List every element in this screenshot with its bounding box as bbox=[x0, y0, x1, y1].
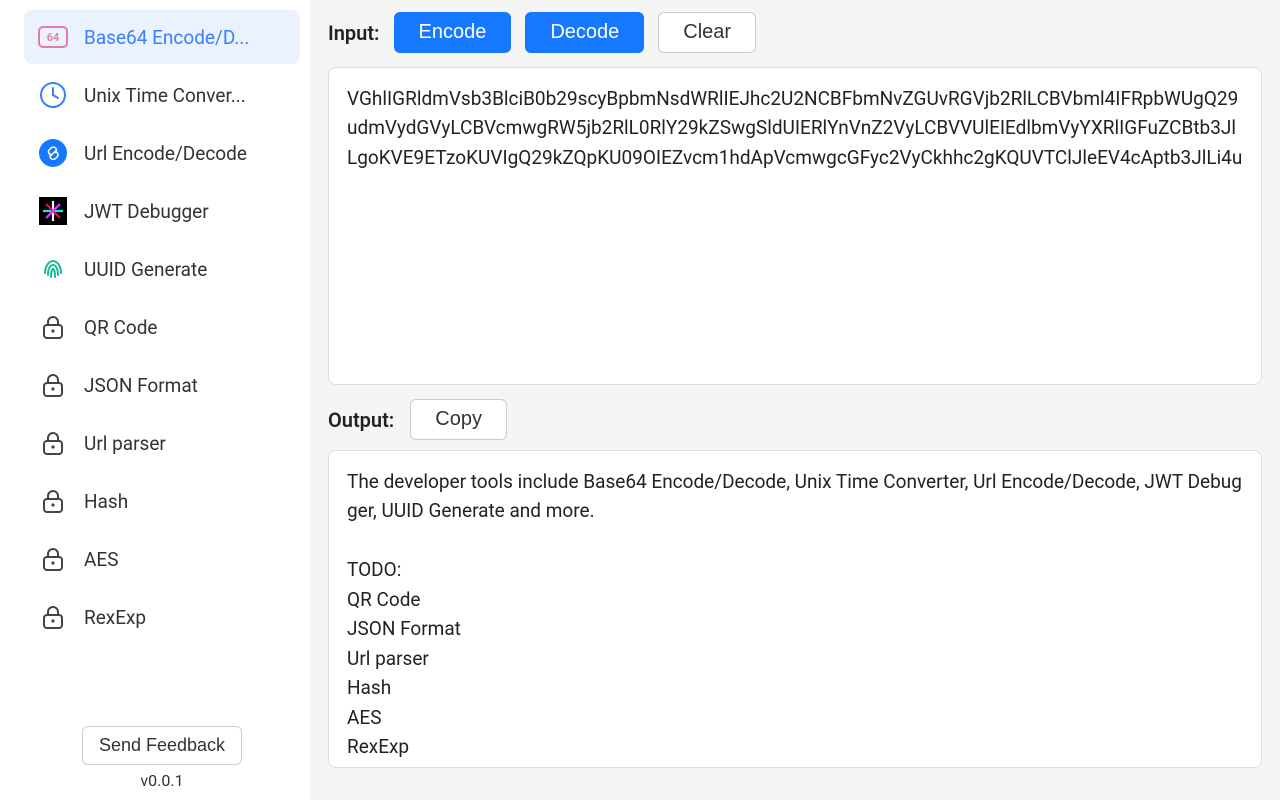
sidebar-item-uuid-generate[interactable]: UUID Generate bbox=[24, 242, 300, 296]
sidebar-item-label: AES bbox=[84, 548, 118, 571]
copy-button[interactable]: Copy bbox=[410, 399, 507, 440]
encode-button[interactable]: Encode bbox=[394, 12, 512, 53]
sidebar-item-qr-code[interactable]: QR Code bbox=[24, 300, 300, 354]
sidebar-item-base64-encode-d[interactable]: 64 Base64 Encode/D... bbox=[24, 10, 300, 64]
lock-icon bbox=[38, 428, 68, 458]
lock-icon bbox=[38, 486, 68, 516]
clock-icon bbox=[38, 80, 68, 110]
sidebar-item-json-format[interactable]: JSON Format bbox=[24, 358, 300, 412]
sidebar-item-label: Unix Time Conver... bbox=[84, 84, 246, 107]
decode-button[interactable]: Decode bbox=[525, 12, 644, 53]
sidebar-item-label: Url parser bbox=[84, 432, 166, 455]
output-textarea[interactable]: The developer tools include Base64 Encod… bbox=[328, 450, 1262, 768]
lock-icon bbox=[38, 312, 68, 342]
output-label: Output: bbox=[328, 408, 394, 432]
base64-icon: 64 bbox=[38, 22, 68, 52]
sidebar-item-jwt-debugger[interactable]: JWT Debugger bbox=[24, 184, 300, 238]
sidebar-item-label: JWT Debugger bbox=[84, 200, 209, 223]
version-label: v0.0.1 bbox=[24, 771, 300, 790]
sidebar-item-label: QR Code bbox=[84, 316, 158, 339]
main-content: Input: Encode Decode Clear Output: Copy … bbox=[310, 0, 1280, 800]
sidebar-item-label: Hash bbox=[84, 490, 128, 513]
sidebar-item-rexexp[interactable]: RexExp bbox=[24, 590, 300, 644]
svg-text:64: 64 bbox=[47, 31, 60, 44]
sidebar-item-hash[interactable]: Hash bbox=[24, 474, 300, 528]
sidebar-footer: Send Feedback v0.0.1 bbox=[24, 720, 300, 790]
nav-list: 64 Base64 Encode/D... Unix Time Conver... U… bbox=[24, 10, 300, 720]
sidebar-item-unix-time-conver[interactable]: Unix Time Conver... bbox=[24, 68, 300, 122]
sidebar-item-url-encode-decode[interactable]: Url Encode/Decode bbox=[24, 126, 300, 180]
clear-button[interactable]: Clear bbox=[658, 12, 756, 53]
sidebar-item-aes[interactable]: AES bbox=[24, 532, 300, 586]
lock-icon bbox=[38, 602, 68, 632]
input-label: Input: bbox=[328, 21, 380, 45]
sidebar-item-label: JSON Format bbox=[84, 374, 198, 397]
lock-icon bbox=[38, 370, 68, 400]
sidebar-item-label: Base64 Encode/D... bbox=[84, 26, 249, 49]
input-textarea[interactable] bbox=[328, 67, 1262, 385]
output-toolbar: Output: Copy bbox=[328, 399, 1262, 440]
sidebar-item-label: UUID Generate bbox=[84, 258, 207, 281]
input-toolbar: Input: Encode Decode Clear bbox=[328, 12, 1262, 53]
send-feedback-button[interactable]: Send Feedback bbox=[82, 726, 242, 765]
lock-icon bbox=[38, 544, 68, 574]
sidebar: 64 Base64 Encode/D... Unix Time Conver... U… bbox=[0, 0, 310, 800]
jwt-icon bbox=[38, 196, 68, 226]
sidebar-item-label: RexExp bbox=[84, 606, 146, 629]
sidebar-item-url-parser[interactable]: Url parser bbox=[24, 416, 300, 470]
link-icon bbox=[38, 138, 68, 168]
sidebar-item-label: Url Encode/Decode bbox=[84, 142, 247, 165]
fingerprint-icon bbox=[38, 254, 68, 284]
